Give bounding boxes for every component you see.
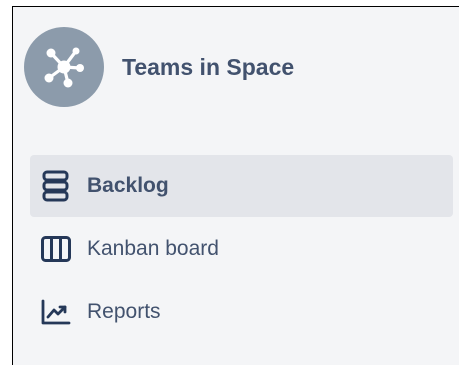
project-avatar	[24, 27, 104, 107]
sidebar-item-label: Kanban board	[87, 237, 219, 260]
sidebar-item-backlog[interactable]: Backlog	[30, 155, 453, 217]
reports-icon	[39, 295, 73, 329]
network-hub-icon	[38, 41, 90, 93]
sidebar-item-label: Backlog	[87, 174, 169, 197]
project-name: Teams in Space	[122, 53, 295, 80]
kanban-board-icon	[39, 232, 73, 266]
sidebar-item-kanban-board[interactable]: Kanban board	[30, 218, 453, 280]
sidebar-item-label: Reports	[87, 300, 161, 323]
sidebar-item-reports[interactable]: Reports	[30, 281, 453, 343]
backlog-icon	[39, 169, 73, 203]
project-header[interactable]: Teams in Space	[24, 27, 294, 107]
